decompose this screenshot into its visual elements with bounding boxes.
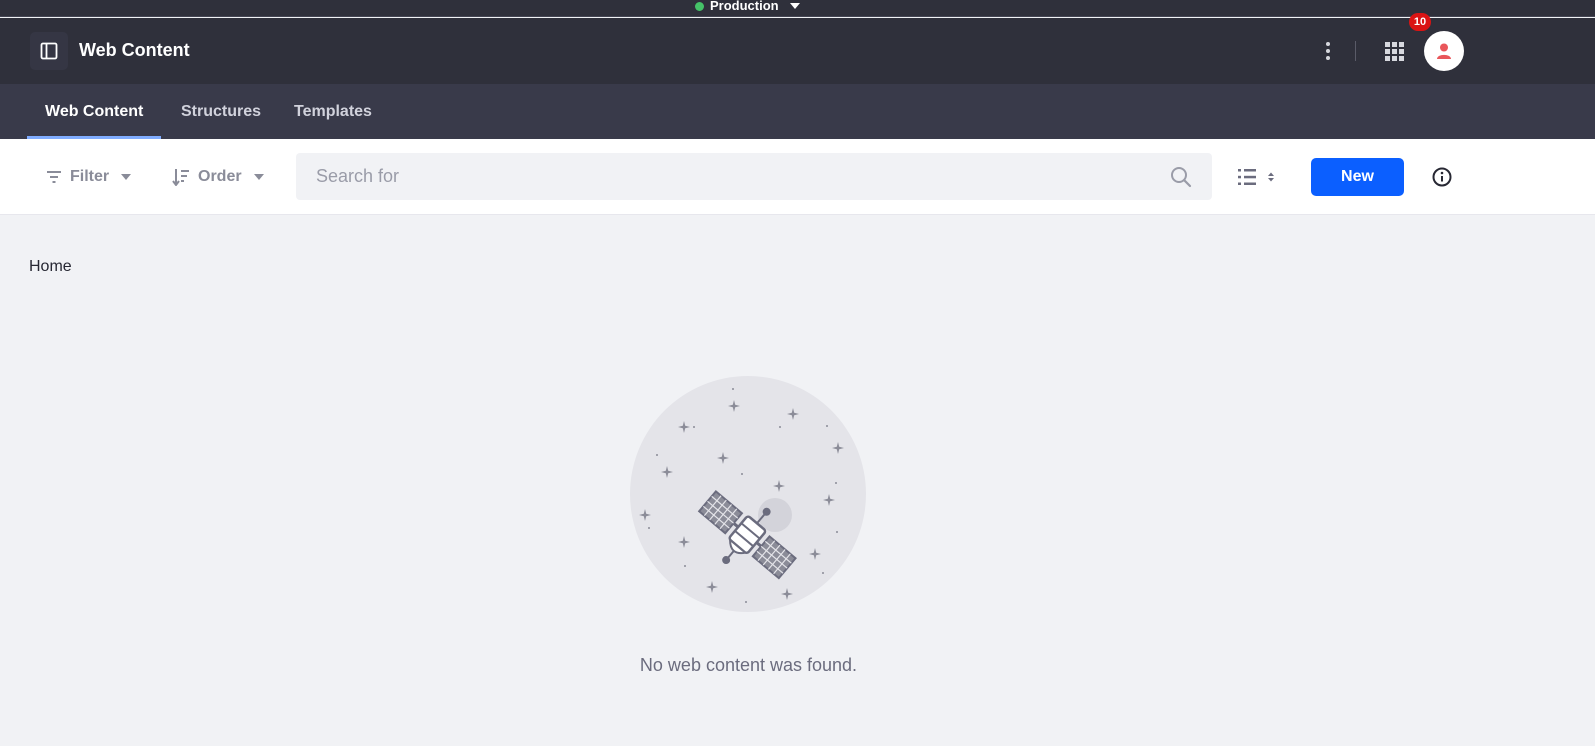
user-avatar-button[interactable] — [1424, 31, 1464, 71]
environment-bar: Production — [0, 0, 1595, 17]
info-icon[interactable] — [1431, 166, 1453, 188]
environment-selector[interactable]: Production — [695, 0, 800, 12]
search-icon[interactable] — [1170, 166, 1192, 188]
order-icon — [172, 169, 189, 186]
environment-status-dot — [695, 1, 704, 11]
search-input[interactable] — [296, 153, 1166, 200]
new-button[interactable]: New — [1311, 158, 1404, 196]
tab-web-content[interactable]: Web Content — [27, 84, 162, 139]
navigation-bar: Web Content Structures Templates — [0, 84, 1595, 139]
kebab-dot — [1326, 49, 1330, 53]
page-title: Web Content — [79, 40, 190, 60]
caret-double-icon — [1268, 172, 1274, 182]
caret-down-icon — [253, 174, 264, 180]
filter-label: Filter — [70, 168, 110, 185]
tab-structures[interactable]: Structures — [163, 84, 279, 139]
options-kebab-button[interactable] — [1318, 40, 1338, 62]
caret-down-icon — [121, 174, 132, 180]
applications-menu-icon[interactable] — [1384, 41, 1404, 61]
kebab-dot — [1326, 56, 1330, 60]
filter-icon — [47, 171, 61, 183]
order-label: Order — [198, 168, 242, 185]
breadcrumb-item-home: Home — [29, 258, 72, 275]
product-menu-icon — [40, 42, 58, 60]
toolbar-divider — [1355, 41, 1356, 61]
environment-label: Production — [710, 0, 779, 13]
product-menu-button[interactable] — [30, 32, 68, 70]
filter-dropdown[interactable]: Filter — [46, 164, 132, 190]
order-dropdown[interactable]: Order — [172, 164, 264, 190]
empty-state-message: No web content was found. — [639, 655, 858, 675]
kebab-dot — [1326, 42, 1330, 46]
user-icon — [1437, 43, 1451, 59]
caret-down-icon — [789, 3, 800, 9]
management-toolbar: Filter Order Search for New — [0, 139, 1595, 215]
notifications-badge[interactable]: 10 — [1409, 13, 1431, 31]
breadcrumb: Home — [29, 258, 72, 276]
control-bar: Web Content — [0, 18, 1595, 84]
tab-templates[interactable]: Templates — [276, 84, 390, 139]
search-box — [296, 153, 1212, 200]
satellite-icon — [630, 376, 866, 612]
display-style-dropdown[interactable] — [1237, 166, 1283, 188]
list-view-icon — [1238, 169, 1256, 185]
